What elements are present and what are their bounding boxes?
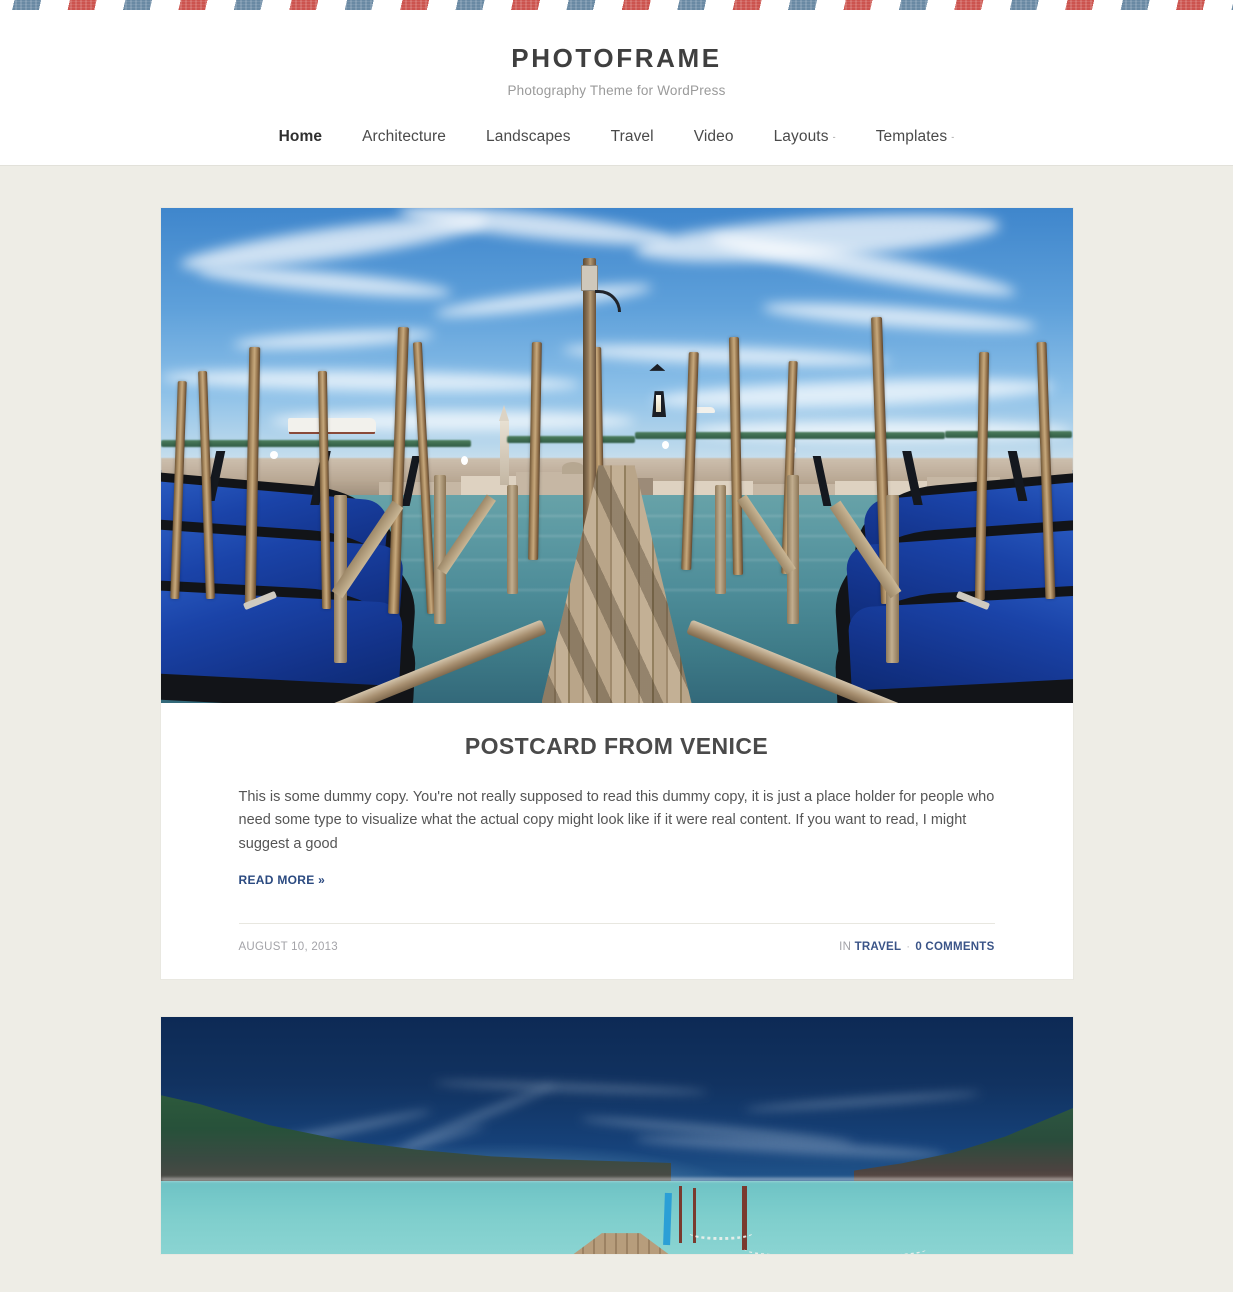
pier-post	[742, 1185, 748, 1250]
railing-post	[786, 475, 799, 624]
nav-item-landscapes: Landscapes	[466, 128, 591, 146]
post-meta-right: IN TRAVEL · 0 COMMENTS	[839, 941, 994, 953]
railing-post	[714, 485, 726, 595]
nav-item-travel: Travel	[591, 128, 674, 146]
nav-link-layouts[interactable]: Layouts -	[754, 128, 856, 146]
nav-link-templates[interactable]: Templates -	[856, 128, 975, 146]
post-card: POSTCARD FROM VENICE This is some dummy …	[160, 208, 1073, 980]
post-category-link[interactable]: TRAVEL	[855, 941, 902, 953]
post-title[interactable]: POSTCARD FROM VENICE	[239, 733, 995, 760]
nav-link-travel[interactable]: Travel	[591, 128, 674, 146]
lamp-junction-box	[580, 264, 598, 291]
read-more-link[interactable]: READ MORE »	[239, 873, 326, 887]
venice-photo	[160, 208, 1073, 703]
meta-in-label: IN	[839, 941, 852, 954]
chevron-down-icon: -	[951, 131, 955, 142]
nav-link-landscapes[interactable]: Landscapes	[466, 128, 591, 146]
rope-railing	[744, 1239, 926, 1254]
post-date: AUGUST 10, 2013	[238, 941, 338, 954]
railing-post	[507, 485, 519, 595]
nav-link-home[interactable]: Home	[259, 128, 342, 146]
nav-label-templates: Templates	[875, 128, 948, 145]
gondola-tarp	[847, 589, 1073, 691]
site-title[interactable]: PHOTOFRAME	[0, 43, 1233, 74]
post-meta: AUGUST 10, 2013 IN TRAVEL · 0 COMMENTS	[238, 923, 995, 979]
nav-item-video: Video	[674, 128, 754, 146]
nav-list: Home Architecture Landscapes Travel Vide…	[259, 128, 975, 146]
nav-item-templates: Templates -	[856, 128, 975, 146]
site-tagline: Photography Theme for WordPress	[507, 83, 726, 98]
post-comments-link[interactable]: 0 COMMENTS	[915, 941, 994, 953]
main-navigation: Home Architecture Landscapes Travel Vide…	[0, 128, 1233, 165]
stripe-band-fade	[0, 10, 1233, 13]
nav-link-video[interactable]: Video	[674, 128, 754, 146]
post-excerpt: This is some dummy copy. You're not real…	[238, 789, 995, 852]
buoy	[662, 440, 670, 449]
coast-horizon-line	[160, 1177, 1073, 1181]
post-card	[160, 1017, 1073, 1255]
nav-item-layouts: Layouts -	[754, 128, 856, 146]
nav-item-home: Home	[259, 128, 342, 146]
buoy	[269, 450, 278, 459]
meta-separator: ·	[906, 941, 911, 954]
post-featured-image-venice[interactable]	[160, 208, 1073, 703]
nav-label-layouts: Layouts	[773, 128, 829, 145]
airmail-stripe-band	[0, 0, 1233, 13]
church-dome	[561, 462, 584, 475]
site-content: POSTCARD FROM VENICE This is some dummy …	[0, 166, 1233, 1255]
railing-post	[434, 475, 447, 624]
nav-item-architecture: Architecture	[342, 128, 466, 146]
campanile-tower	[498, 404, 509, 486]
nav-link-architecture[interactable]: Architecture	[342, 128, 466, 146]
coast-photo	[160, 1017, 1073, 1255]
ferry-boat	[288, 418, 377, 433]
site-header: PHOTOFRAME Photography Theme for WordPre…	[0, 13, 1233, 166]
floating-barrier	[507, 435, 635, 443]
post-body: POSTCARD FROM VENICE This is some dummy …	[161, 703, 1073, 979]
post-featured-image-coast[interactable]	[160, 1017, 1073, 1255]
floating-barrier	[944, 430, 1073, 438]
pier-post	[678, 1185, 682, 1243]
chevron-down-icon: -	[832, 131, 836, 142]
